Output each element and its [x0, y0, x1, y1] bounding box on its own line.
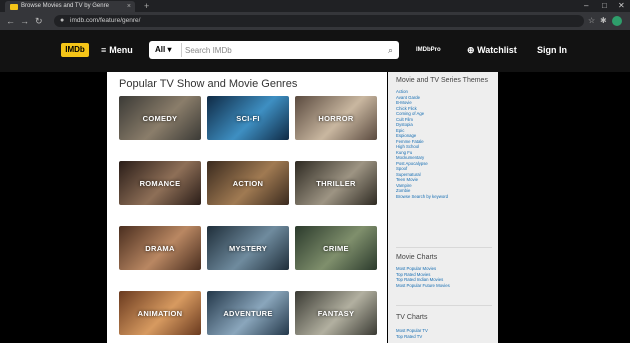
divider — [396, 247, 492, 248]
genre-label: ADVENTURE — [223, 308, 273, 318]
new-tab-icon[interactable]: + — [144, 0, 149, 12]
tv-charts-heading: TV Charts — [396, 314, 428, 321]
divider — [181, 43, 182, 57]
maximize-icon[interactable]: □ — [602, 0, 607, 12]
extension-icon[interactable]: ✱ — [600, 15, 607, 27]
tv-chart-link[interactable]: Top Rated TV — [396, 334, 428, 340]
genre-tile-sci-fi[interactable]: SCI-FI — [207, 96, 289, 140]
address-bar[interactable]: ● imdb.com/feature/genre/ — [54, 15, 584, 27]
watchlist-button[interactable]: ⊕ Watchlist — [467, 44, 517, 56]
genre-label: HORROR — [318, 113, 354, 123]
search-category-label: All — [155, 45, 166, 54]
tv-chart-link[interactable]: Most Popular TV — [396, 328, 428, 334]
genre-label: FANTASY — [317, 308, 355, 318]
genre-tile-action[interactable]: ACTION — [207, 161, 289, 205]
search-category-dropdown[interactable]: All ▾ — [155, 41, 171, 59]
sign-in-link[interactable]: Sign In — [537, 44, 567, 56]
genre-tile-mystery[interactable]: MYSTERY — [207, 226, 289, 270]
theme-link[interactable]: Browse Search by keyword — [396, 194, 448, 200]
browser-toolbar: ← → ↻ ● imdb.com/feature/genre/ ☆ ✱ — [0, 12, 630, 30]
close-window-icon[interactable]: ✕ — [618, 0, 625, 12]
browser-tab[interactable]: Browse Movies and TV by Genre × — [5, 1, 135, 12]
movie-chart-link[interactable]: Most Popular Future Movies — [396, 283, 450, 289]
genre-tile-fantasy[interactable]: FANTASY — [295, 291, 377, 335]
genre-tile-drama[interactable]: DRAMA — [119, 226, 201, 270]
imdb-logo[interactable]: IMDb — [61, 43, 89, 57]
genre-tile-horror[interactable]: HORROR — [295, 96, 377, 140]
bookmark-star-icon[interactable]: ☆ — [588, 15, 595, 27]
tab-title: Browse Movies and TV by Genre — [21, 3, 109, 9]
search-icon[interactable]: ⌕ — [388, 41, 393, 59]
watchlist-label: Watchlist — [477, 45, 517, 55]
browser-tab-strip: Browse Movies and TV by Genre × + – □ ✕ — [0, 0, 630, 12]
forward-icon[interactable]: → — [20, 14, 29, 28]
genre-label: DRAMA — [145, 243, 175, 253]
divider — [396, 305, 492, 306]
menu-label: Menu — [109, 45, 133, 55]
imdbpro-link[interactable]: IMDbPro — [416, 44, 441, 56]
hamburger-icon: ≡ — [101, 45, 107, 55]
profile-avatar[interactable] — [612, 16, 622, 26]
movie-chart-link[interactable]: Top Rated Indian Movies — [396, 277, 450, 283]
genre-tile-crime[interactable]: CRIME — [295, 226, 377, 270]
watchlist-icon: ⊕ — [467, 45, 475, 55]
sidebar: Movie and TV Series Themes Action Avant G… — [388, 72, 498, 343]
minimize-icon[interactable]: – — [584, 0, 588, 12]
search-bar: All ▾ ⌕ — [149, 41, 399, 59]
back-icon[interactable]: ← — [6, 14, 15, 28]
movie-charts-list: Most Popular Movies Top Rated Movies Top R… — [396, 266, 450, 288]
genre-label: SCI-FI — [236, 113, 260, 123]
genre-label: ROMANCE — [139, 178, 181, 188]
genre-label: ACTION — [232, 178, 264, 188]
url-text: imdb.com/feature/genre/ — [70, 17, 141, 24]
genre-label: CRIME — [323, 243, 349, 253]
themes-list: Action Avant Garde B-Movie Chick Flick Comin… — [396, 89, 448, 199]
genres-panel: Popular TV Show and Movie Genres COMEDY … — [107, 72, 387, 343]
tv-charts-list: Most Popular TV Top Rated TV — [396, 328, 428, 339]
page-title: Popular TV Show and Movie Genres — [119, 78, 298, 90]
menu-button[interactable]: ≡ Menu — [101, 44, 133, 56]
imdb-favicon-icon — [10, 4, 18, 10]
close-tab-icon[interactable]: × — [127, 1, 131, 12]
genre-tile-adventure[interactable]: ADVENTURE — [207, 291, 289, 335]
reload-icon[interactable]: ↻ — [35, 14, 43, 28]
lock-icon: ● — [60, 17, 65, 24]
movie-charts-heading: Movie Charts — [396, 254, 438, 261]
genre-tile-comedy[interactable]: COMEDY — [119, 96, 201, 140]
genre-label: MYSTERY — [228, 243, 268, 253]
genre-tile-thriller[interactable]: THRILLER — [295, 161, 377, 205]
genre-tile-romance[interactable]: ROMANCE — [119, 161, 201, 205]
genre-tile-animation[interactable]: ANIMATION — [119, 291, 201, 335]
caret-down-icon: ▾ — [167, 45, 172, 54]
themes-heading: Movie and TV Series Themes — [396, 77, 488, 84]
genre-label: ANIMATION — [137, 308, 183, 318]
genre-label: THRILLER — [316, 178, 356, 188]
search-input[interactable] — [185, 41, 375, 59]
genre-label: COMEDY — [142, 113, 178, 123]
